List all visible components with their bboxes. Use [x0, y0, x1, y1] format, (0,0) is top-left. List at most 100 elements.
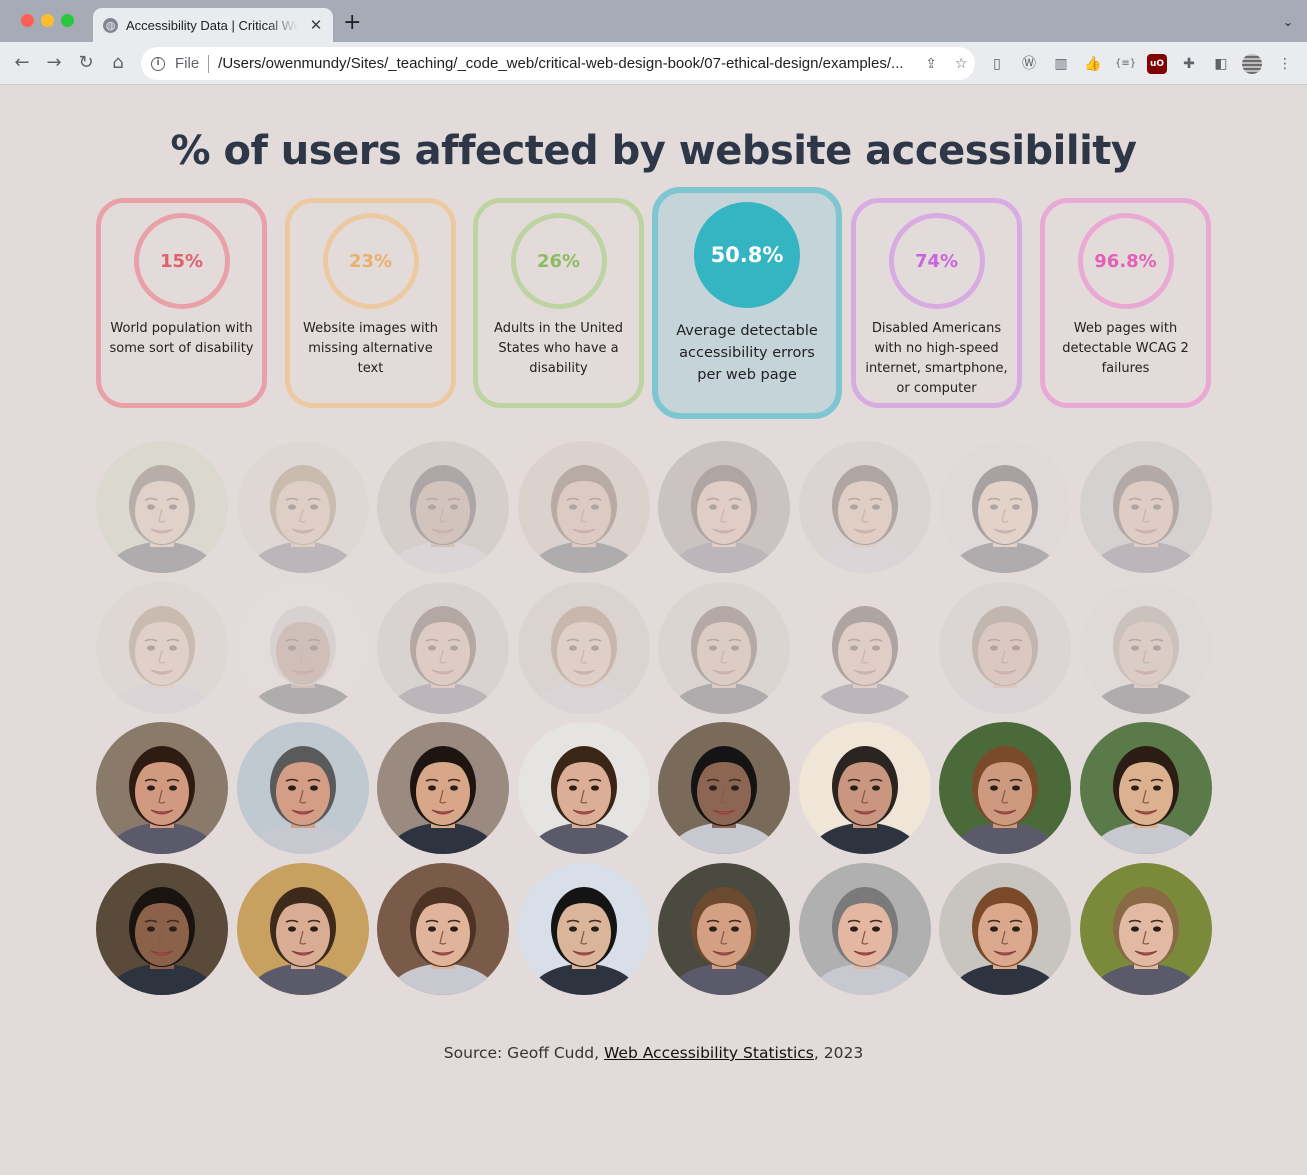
face-portrait: [799, 722, 931, 854]
thumbs-up-extension-icon[interactable]: 👍: [1083, 54, 1103, 74]
side-panel-icon[interactable]: ◧: [1211, 54, 1231, 74]
face-illustration: [518, 441, 650, 573]
close-window-button[interactable]: [21, 14, 34, 27]
face-portrait: [518, 582, 650, 714]
back-arrow-icon[interactable]: ←: [10, 51, 34, 75]
face-illustration: [96, 441, 228, 573]
face-portrait: [939, 863, 1071, 995]
tab-title: Accessibility Data | Critical Web Design: [126, 17, 298, 33]
stat-card-us-adults: 26% Adults in the United States who have…: [473, 198, 644, 408]
face-portrait: [1080, 441, 1212, 573]
face-portrait: [939, 582, 1071, 714]
tab-close-icon[interactable]: ✕: [309, 16, 323, 34]
face-illustration: [1080, 722, 1212, 854]
profile-avatar-icon[interactable]: [1242, 54, 1262, 74]
stat-value: 96.8%: [1077, 213, 1174, 309]
face-portrait: [377, 722, 509, 854]
stat-card-missing-alt-text: 23% Website images with missing alternat…: [285, 198, 456, 408]
face-illustration: [377, 722, 509, 854]
face-illustration: [1080, 863, 1212, 995]
url-text[interactable]: /Users/owenmundy/Sites/_teaching/_code_w…: [218, 55, 910, 72]
reload-icon[interactable]: ↻: [74, 51, 98, 75]
face-portrait: [799, 582, 931, 714]
face-illustration: [377, 863, 509, 995]
browser-toolbar: ← → ↻ ⌂ i File /Users/owenmundy/Sites/_t…: [0, 42, 1307, 85]
site-info-icon[interactable]: i: [151, 56, 165, 71]
face-illustration: [799, 722, 931, 854]
new-tab-plus-icon[interactable]: +: [343, 10, 361, 35]
stat-label: World population with some sort of disab…: [109, 321, 254, 356]
stat-label: Adults in the United States who have a d…: [494, 321, 623, 376]
face-portrait: [518, 722, 650, 854]
face-illustration: [377, 582, 509, 714]
face-illustration: [96, 863, 228, 995]
face-illustration: [939, 582, 1071, 714]
ublock-extension-icon[interactable]: uO: [1147, 54, 1167, 74]
home-icon[interactable]: ⌂: [106, 51, 130, 75]
face-illustration: [939, 722, 1071, 854]
json-extension-icon[interactable]: {≡}: [1115, 54, 1136, 74]
source-prefix: Source: Geoff Cudd,: [443, 1044, 604, 1062]
tab-strip: ◍ Accessibility Data | Critical Web Desi…: [0, 0, 1307, 42]
face-illustration: [518, 863, 650, 995]
face-illustration: [799, 863, 931, 995]
stat-value: 74%: [888, 213, 985, 309]
face-portrait: [939, 722, 1071, 854]
page-extension-icon[interactable]: ▯: [987, 54, 1007, 74]
face-illustration: [237, 863, 369, 995]
face-portrait: [96, 863, 228, 995]
face-portrait: [939, 441, 1071, 573]
stat-card-world-population: 15% World population with some sort of d…: [96, 198, 267, 408]
face-illustration: [518, 722, 650, 854]
face-portrait: [237, 441, 369, 573]
tab-search-chevron-icon[interactable]: ⌄: [1283, 15, 1293, 29]
face-portrait: [518, 441, 650, 573]
face-portrait: [658, 863, 790, 995]
url-scheme-label: File: [175, 55, 200, 72]
puzzle-extensions-icon[interactable]: ✚: [1179, 54, 1199, 74]
stat-value: 26%: [510, 213, 607, 309]
face-illustration: [658, 722, 790, 854]
stat-label: Web pages with detectable WCAG 2 failure…: [1062, 321, 1189, 376]
face-portrait: [518, 863, 650, 995]
stat-value: 50.8%: [694, 202, 800, 308]
face-portrait: [237, 863, 369, 995]
source-link[interactable]: Web Accessibility Statistics: [604, 1044, 814, 1062]
trash-extension-icon[interactable]: ▥: [1051, 54, 1071, 74]
face-illustration: [237, 582, 369, 714]
source-citation: Source: Geoff Cudd, Web Accessibility St…: [0, 1044, 1307, 1062]
page-title: % of users affected by website accessibi…: [170, 128, 1137, 174]
minimize-window-button[interactable]: [41, 14, 54, 27]
face-portrait: [1080, 722, 1212, 854]
menu-kebab-icon[interactable]: ⋮: [1275, 54, 1295, 74]
zoom-window-button[interactable]: [61, 14, 74, 27]
face-illustration: [658, 441, 790, 573]
forward-arrow-icon[interactable]: →: [42, 51, 66, 75]
face-portrait: [96, 722, 228, 854]
stat-label: Disabled Americans with no high-speed in…: [865, 321, 1008, 396]
address-bar[interactable]: i File /Users/owenmundy/Sites/_teaching/…: [141, 47, 975, 80]
browser-tab[interactable]: ◍ Accessibility Data | Critical Web Desi…: [93, 8, 333, 42]
face-portrait: [1080, 863, 1212, 995]
stat-label: Website images with missing alternative …: [303, 321, 438, 376]
face-illustration: [237, 441, 369, 573]
face-illustration: [939, 441, 1071, 573]
url-separator: [208, 54, 210, 73]
face-illustration: [96, 582, 228, 714]
stat-card-wcag-failures: 96.8% Web pages with detectable WCAG 2 f…: [1040, 198, 1211, 408]
face-illustration: [518, 582, 650, 714]
face-illustration: [96, 722, 228, 854]
face-illustration: [939, 863, 1071, 995]
stat-label: Average detectable accessibility errors …: [676, 323, 818, 383]
globe-icon: ◍: [103, 17, 118, 33]
wordpress-extension-icon[interactable]: Ⓦ: [1019, 54, 1039, 74]
face-portrait: [237, 582, 369, 714]
bookmark-star-icon[interactable]: ☆: [952, 56, 970, 72]
share-icon[interactable]: ⇪: [922, 56, 940, 72]
face-portrait: [237, 722, 369, 854]
face-illustration: [799, 441, 931, 573]
face-illustration: [1080, 582, 1212, 714]
face-illustration: [658, 863, 790, 995]
face-illustration: [237, 722, 369, 854]
stat-card-errors-per-page: 50.8% Average detectable accessibility e…: [652, 187, 842, 419]
